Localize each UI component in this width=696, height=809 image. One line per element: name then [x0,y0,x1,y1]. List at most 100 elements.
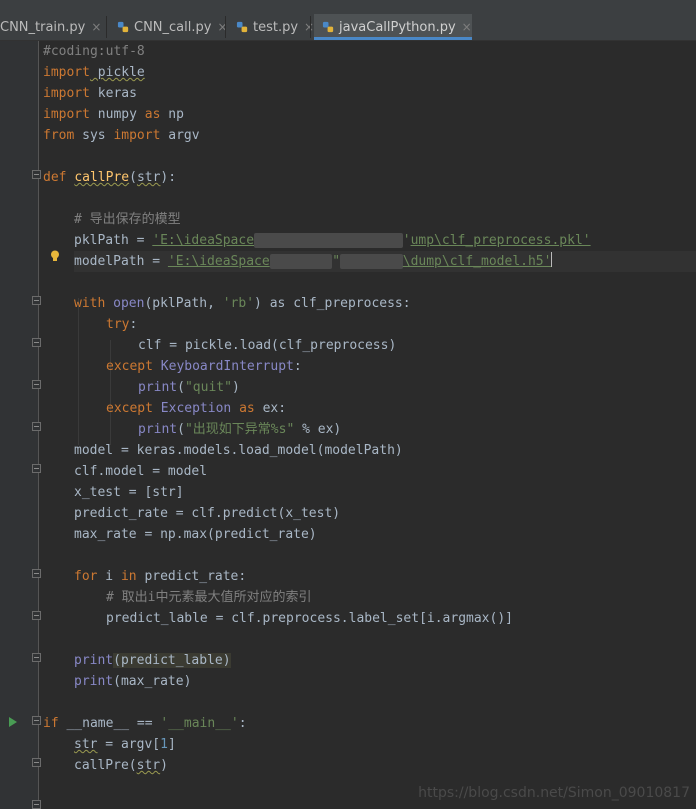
code-line: import keras [43,83,137,104]
code-punct: ( [113,653,121,668]
fold-toggle-icon[interactable] [32,296,41,305]
code-line: #coding:utf-8 [43,41,145,62]
code-comment: # 取出i中元素最大值所对应的索引 [106,590,312,605]
code-comment: #coding:utf-8 [43,44,145,59]
tab-label: javaCallPython.py [339,19,456,35]
tab-label: CNN_train.py [0,19,86,35]
redacted-path [340,254,403,269]
tab-cnn-train[interactable]: CNN_train.py × [0,14,104,40]
code-string: "出现如下异常%s" [184,422,295,437]
code-keyword: except [106,359,161,374]
fold-toggle-icon[interactable] [32,380,41,389]
code-statement: clf = pickle.load(clf_preprocess) [138,338,397,353]
code-alias: np [160,107,184,122]
code-line: print("quit") [138,377,240,398]
code-call: callPre( [74,758,137,773]
code-line: predict_rate = clf.predict(x_test) [74,503,340,524]
code-string: "quit" [184,380,232,395]
code-name: str [136,758,161,773]
fold-toggle-icon[interactable] [32,464,41,473]
code-punct: : [293,359,302,374]
tab-cnn-call[interactable]: CNN_call.py × [117,14,228,40]
fold-toggle-icon[interactable] [32,653,41,662]
code-string: '__main__' [160,716,239,731]
code-line: x_test = [str] [74,482,184,503]
close-icon[interactable]: × [217,20,227,34]
code-assignment: pklPath = [74,233,153,248]
indent-guide [78,298,79,445]
code-statement: predict_lable = clf.preprocess.label_set… [106,611,513,626]
code-keyword: import [43,107,90,122]
code-punct: : [129,317,138,332]
code-string: \dump\clf_model.h5' [402,254,552,269]
code-assignment: modelPath = [74,254,168,269]
code-keyword: try [106,317,130,332]
code-name: __name__ == [58,716,161,731]
code-string: " [332,254,341,269]
code-keyword: def [43,170,75,185]
code-line: print("出现如下异常%s" % ex) [138,419,341,440]
redacted-path [269,254,333,269]
close-icon[interactable]: × [462,20,472,34]
code-punct: = argv[ [97,737,161,752]
code-module: keras [89,86,137,101]
code-name: i [97,569,121,584]
fold-toggle-icon[interactable] [32,569,41,578]
fold-toggle-icon[interactable] [32,611,41,620]
code-name: predict_rate: [136,569,247,584]
tab-label: CNN_call.py [134,19,212,35]
code-keyword: for [74,569,98,584]
code-punct: ( [177,380,185,395]
code-keyword: ) as [254,296,294,311]
fold-toggle-icon[interactable] [32,338,41,347]
code-args: % ex) [294,422,342,437]
code-line: import pickle [43,62,145,83]
code-line: str = argv[1] [74,734,176,755]
code-line: max_rate = np.max(predict_rate) [74,524,317,545]
fold-toggle-icon[interactable] [32,170,41,179]
editor-tab-bar: CNN_train.py × CNN_call.py × test.py × j… [0,0,696,41]
code-line: # 导出保存的模型 [74,209,181,230]
code-punct: ) [160,758,168,773]
code-string: ump\clf_preprocess.pkl' [410,233,591,248]
code-args: (pklPath, [144,296,223,311]
code-module: sys [74,128,114,143]
code-line: model = keras.models.load_model(modelPat… [74,440,403,461]
code-builtin: print [138,422,178,437]
code-line: clf.model = model [74,461,207,482]
code-punct: : [238,716,247,731]
code-keyword: import [113,128,161,143]
fold-toggle-icon[interactable] [32,716,41,725]
fold-toggle-icon[interactable] [32,800,41,809]
run-icon[interactable] [9,717,17,727]
code-punct: ) [231,380,240,395]
code-keyword: from [43,128,75,143]
python-file-icon [117,21,129,32]
code-line: import numpy as np [43,104,184,125]
tab-javacallpython[interactable]: javaCallPython.py × [314,14,472,40]
code-name: predict_lable [120,653,223,668]
close-icon[interactable]: × [91,20,101,34]
code-module: numpy [89,107,145,122]
code-builtin: print [138,380,178,395]
code-line: def callPre(str): [43,167,176,188]
code-string: 'E:\ideaSpace [167,254,270,269]
code-string: 'rb' [222,296,255,311]
code-param: str [136,170,161,185]
code-comment: # 导出保存的模型 [74,212,181,227]
code-name: clf_preprocess: [293,296,411,311]
fold-toggle-icon[interactable] [32,422,41,431]
code-name: argv [160,128,200,143]
code-line: print(predict_lable) [74,650,231,671]
code-punct: ): [160,170,177,185]
code-builtin: print [74,653,114,668]
tab-test[interactable]: test.py × [236,14,314,40]
code-keyword: if [43,716,59,731]
fold-toggle-icon[interactable] [32,758,41,767]
code-punct: ] [167,737,176,752]
code-builtin: print [74,674,114,689]
lightbulb-icon[interactable] [50,250,60,262]
code-line-current: modelPath = 'E:\ideaSpace " \dump\clf_mo… [74,251,696,272]
code-line: for i in predict_rate: [74,566,246,587]
code-keyword: except [106,401,161,416]
